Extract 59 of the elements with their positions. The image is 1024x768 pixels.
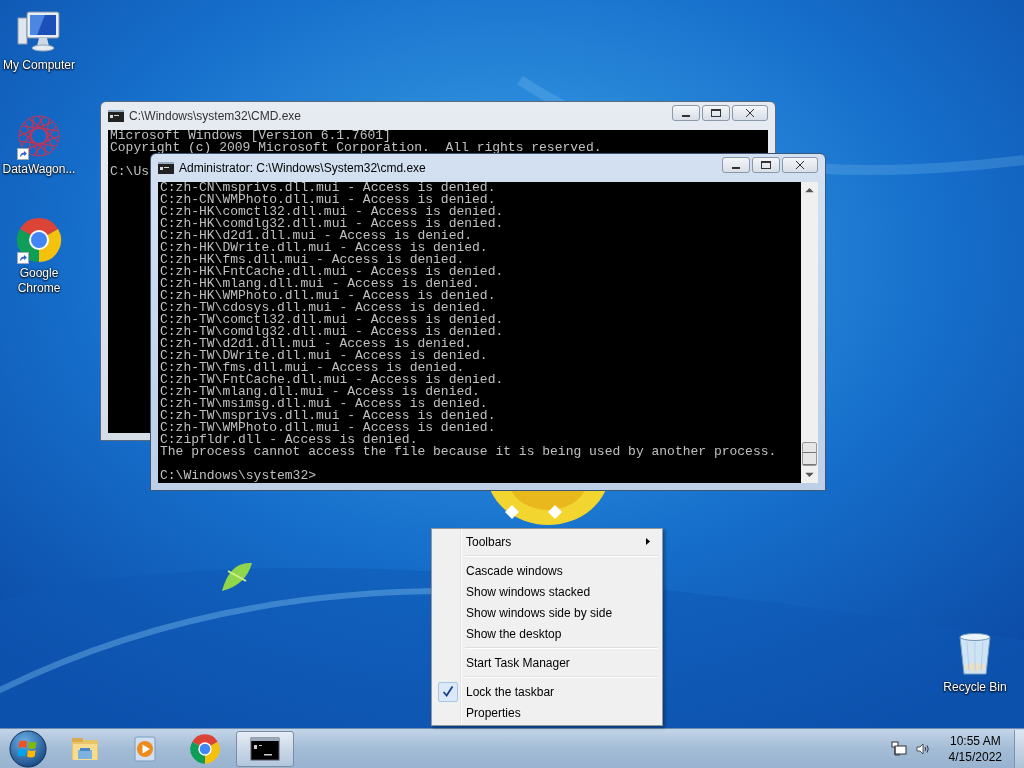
network-icon[interactable] — [890, 740, 907, 757]
console-line: C:zh-TW\msprivs.dll.mui - Access is denied. — [160, 410, 496, 422]
console-line: C:zh-TW\msimsg.dll.mui - Access is denied. — [160, 398, 488, 410]
menu-item[interactable]: Cascade windows — [434, 560, 660, 581]
taskbar-button[interactable] — [236, 730, 294, 767]
console-line: C:zh-TW\DWrite.dll.mui - Access is denied. — [160, 350, 488, 362]
menu-item[interactable]: Show windows side by side — [434, 602, 660, 623]
console-line: C:zh-TW\WMPhoto.dll.mui - Access is denied. — [160, 422, 496, 434]
clock-time[interactable]: 10:55 AM — [949, 732, 1001, 749]
scrollbar[interactable] — [801, 182, 818, 483]
console-prompt: C:\Us — [110, 166, 149, 178]
console-line: C:zh-HK\DWrite.dll.mui - Access is denied. — [160, 242, 488, 254]
menu-item[interactable]: Toolbars — [434, 531, 660, 552]
menu-item[interactable]: Show windows stacked — [434, 581, 660, 602]
console-line: C:zh-HK\FntCache.dll.mui - Access is denied. — [160, 266, 504, 278]
console-line: C:zh-TW\comctl32.dll.mui - Access is denied. — [160, 314, 504, 326]
console-line: C:zh-HK\mlang.dll.mui - Access is denied. — [160, 278, 480, 290]
console-line: C:zh-HK\WMPhoto.dll.mui - Access is denied. — [160, 290, 496, 302]
menu-item[interactable]: Properties — [434, 702, 660, 723]
clock-date[interactable]: 4/15/2022 — [948, 748, 1002, 765]
console-line: C:zh-TW\cdosys.dll.mui - Access is denied. — [160, 302, 488, 314]
maximize-button[interactable] — [702, 105, 730, 121]
icon-label[interactable]: DataWagon... — [2, 162, 76, 177]
menu-item[interactable]: Lock the taskbar — [434, 681, 660, 702]
console-prompt: C:\Windows\system32> — [160, 470, 317, 482]
console-line: C:zh-HK\d2d1.dll.mui - Access is denied. — [160, 230, 473, 242]
browser-icon[interactable] — [15, 216, 63, 264]
menu-item[interactable]: Start Task Manager — [434, 652, 660, 673]
icon-label[interactable]: Google Chrome — [1, 266, 77, 296]
window-title: Administrator: C:\Windows\System32\cmd.exe — [179, 161, 427, 175]
icon-label[interactable]: Recycle Bin — [943, 680, 1007, 695]
console-icon — [108, 110, 124, 122]
starburst-icon[interactable] — [15, 112, 63, 160]
console-line: C:zh-HK\comctl32.dll.mui - Access is denied. — [160, 206, 504, 218]
minimize-button[interactable] — [672, 105, 700, 121]
menu-item[interactable]: Show the desktop — [434, 623, 660, 644]
console-line: The process cannot access the file because it is being used by another process. — [160, 446, 777, 458]
window-title: C:\Windows\system32\CMD.exe — [129, 109, 303, 123]
maximize-button[interactable] — [752, 157, 780, 173]
console-line: C:zh-TW\FntCache.dll.mui - Access is denied. — [160, 374, 504, 386]
browser-icon[interactable] — [189, 732, 221, 765]
leaf-drawing — [222, 561, 252, 591]
console-line: C:zh-TW\d2d1.dll.mui - Access is denied. — [160, 338, 473, 350]
console-line: C:zh-TW\comdlg32.dll.mui - Access is denied. — [160, 326, 504, 338]
minimize-button[interactable] — [722, 157, 750, 173]
console-line: C:zh-CN\WMPhoto.dll.mui - Access is denied. — [160, 194, 496, 206]
check-icon — [438, 681, 458, 702]
console-line: C:zh-HK\fms.dll.mui - Access is denied. — [160, 254, 465, 266]
console-line: Copyright (c) 2009 Microsoft Corporation. All rights reserved. — [110, 142, 602, 154]
console-line: C:zh-HK\comdlg32.dll.mui - Access is denied. — [160, 218, 504, 230]
close-button[interactable] — [732, 105, 768, 121]
console-line: C:zipfldr.dll - Access is denied. — [160, 434, 418, 446]
icon-label[interactable]: My Computer — [3, 58, 75, 73]
console-line: C:zh-CN\msprivs.dll.mui - Access is denied. — [160, 182, 496, 194]
console-line: C:zh-TW\fms.dll.mui - Access is denied. — [160, 362, 465, 374]
console-line: C:zh-TW\mlang.dll.mui - Access is denied. — [160, 386, 480, 398]
close-button[interactable] — [782, 157, 818, 173]
console-icon — [158, 162, 174, 174]
console-line: Microsoft Windows [Version 6.1.7601] — [110, 130, 391, 142]
